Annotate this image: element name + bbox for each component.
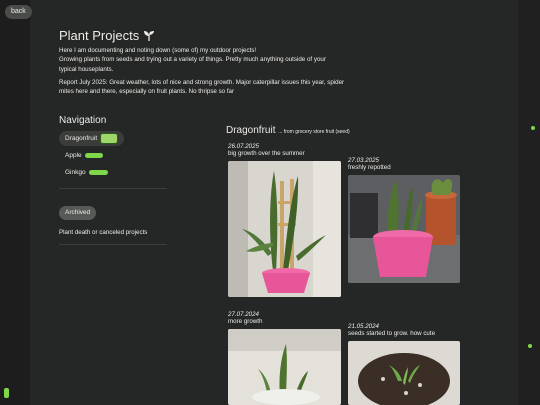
entry-meta: 26.07.2025 big growth over the summer xyxy=(228,143,305,157)
archived-note: Plant death or canceled projects xyxy=(59,229,148,236)
entry-date: 21.05.2024 xyxy=(348,323,379,330)
seedling-growth-image xyxy=(228,329,341,405)
dragonfruit-plant-image xyxy=(228,161,341,297)
decorative-dot xyxy=(531,126,535,130)
sprouting-seeds-image xyxy=(348,341,460,405)
nav-item-label: Dragonfruit xyxy=(65,135,98,142)
dragonfruit-photo[interactable] xyxy=(228,329,341,405)
archived-button[interactable]: Archived xyxy=(59,206,97,220)
dragonfruit-photo[interactable] xyxy=(348,341,460,405)
intro-line: Here I am documenting and noting down (s… xyxy=(59,47,257,54)
divider xyxy=(59,188,167,189)
dragonfruit-doodle-icon xyxy=(100,133,119,144)
section-subtitle: ... from grocery store fruit (seed) xyxy=(278,129,350,135)
decorative-edge-left xyxy=(0,0,30,405)
decorative-dot xyxy=(528,344,532,348)
repotted-plant-image xyxy=(348,175,460,283)
navigation-list: Dragonfruit Apple Ginkgo xyxy=(59,131,125,182)
entry-date: 26.07.2025 xyxy=(228,143,259,150)
entry-meta: 21.05.2024 seeds started to grow. how cu… xyxy=(348,323,435,337)
section-title: Dragonfruit ... from grocery store fruit… xyxy=(226,125,350,136)
divider xyxy=(59,244,167,245)
entry-date: 27.07.2024 xyxy=(228,311,259,318)
report-line: mites here and there, especially on frui… xyxy=(59,88,235,96)
page-title-text: Plant Projects xyxy=(59,28,140,43)
page-title: Plant Projects xyxy=(59,28,155,43)
entry-meta: 27.03.2025 freshly repotted xyxy=(348,157,391,171)
dragonfruit-photo[interactable] xyxy=(228,161,341,297)
apple-sprout-icon xyxy=(84,153,103,158)
dragonfruit-photo[interactable] xyxy=(348,175,460,283)
nav-item-apple[interactable]: Apple xyxy=(59,148,109,163)
intro-text: Here I am documenting and noting down (s… xyxy=(59,46,379,100)
entry-caption: seeds started to grow. how cute xyxy=(348,330,436,337)
entry-caption: freshly repotted xyxy=(348,164,391,171)
intro-line: typical houseplants. xyxy=(59,65,114,73)
nav-item-ginkgo[interactable]: Ginkgo xyxy=(59,165,114,180)
back-button[interactable]: back xyxy=(5,5,32,19)
report-line: Report July 2025: Great weather, lots of… xyxy=(59,78,345,86)
intro-line: Growing plants from seeds and trying out… xyxy=(59,56,326,64)
section-title-text: Dragonfruit xyxy=(226,125,276,136)
entry-date: 27.03.2025 xyxy=(348,157,379,164)
seedling-icon xyxy=(144,30,155,41)
entry-meta: 27.07.2024 more growth xyxy=(228,311,262,325)
decorative-leaf xyxy=(4,388,9,398)
entry-caption: more growth xyxy=(228,318,263,325)
nav-item-label: Ginkgo xyxy=(65,169,86,176)
nav-item-dragonfruit[interactable]: Dragonfruit xyxy=(59,131,125,146)
entry-caption: big growth over the summer xyxy=(228,150,305,157)
navigation-heading: Navigation xyxy=(59,115,107,126)
nav-item-label: Apple xyxy=(65,152,82,159)
ginkgo-sprout-icon xyxy=(88,170,108,175)
